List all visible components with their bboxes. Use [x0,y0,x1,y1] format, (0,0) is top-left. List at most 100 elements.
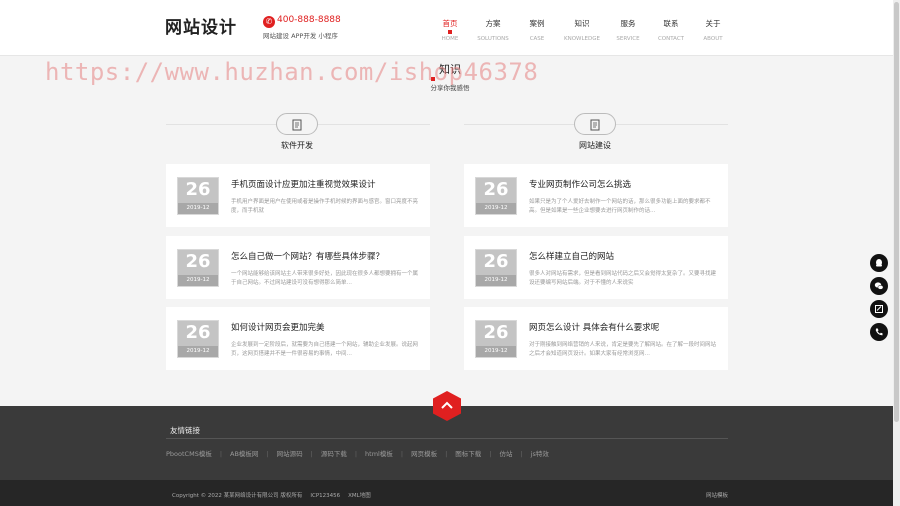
article-summary: 手机用户界面是用户在使用或者是操作手机时候的界面与感官。窗口亮度不亮度，而手机就 [231,199,419,214]
article-card[interactable]: 26 2019-12 专业网页制作公司怎么挑选 如果只是为了个人爱好去制作一个网… [464,164,728,227]
nav-label: 联系 [663,19,679,28]
friend-links-title: 友情链接 [170,426,200,435]
nav-sublabel: CASE [529,36,545,42]
document-icon [276,113,318,135]
document-icon [574,113,616,135]
date-badge: 26 2019-12 [475,177,517,215]
phone-icon[interactable] [870,323,888,341]
divider [166,438,728,439]
sitemap-link[interactable]: XML地图 [348,493,371,499]
friend-links: PbootCMS模板 | AB模板网 | 网站源码 | 源码下载 | html模板 | 网页模板 | 图… [166,448,549,458]
date-day: 26 [483,179,509,200]
nav-knowledge[interactable]: 知识 KNOWLEDGE [562,18,602,42]
nav-sublabel: SOLUTIONS [477,36,509,42]
nav-label: 方案 [485,19,501,28]
divider [464,124,574,125]
article-title[interactable]: 网页怎么设计 具体会有什么要求呢 [529,321,719,333]
date-badge: 26 2019-12 [177,249,219,287]
link-separator: | [400,450,404,458]
article-card[interactable]: 26 2019-12 怎么自己做一个网站？有哪些具体步骤？ 一个网站能够给该网站… [166,236,430,299]
column-title-software: 软件开发 [281,141,313,150]
article-summary: 很多人对网站有需求，但是看到网站代码之后又会觉得太复杂了。又要寻找建设还要编写网… [529,271,717,286]
article-card[interactable]: 26 2019-12 网页怎么设计 具体会有什么要求呢 对于刚接触到网络营销的人… [464,307,728,370]
site-template-link[interactable]: 网站模板 [706,491,728,499]
phone-number: 400-888-8888 [277,15,341,25]
nav-sublabel: SERVICE [616,36,640,42]
friend-link[interactable]: js特效 [531,448,549,458]
copyright-bar: Copyright © 2022 某某网络设计有限公司 版权所有 ICP12345… [0,480,900,506]
friend-link[interactable]: AB模板网 [230,448,258,458]
site-logo[interactable]: 网站设计 [165,13,237,38]
article-card[interactable]: 26 2019-12 手机页面设计应更加注重视觉效果设计 手机用户界面是用户在使… [166,164,430,227]
date-day: 26 [483,251,509,272]
divider [616,124,728,125]
nav-case[interactable]: 案例 CASE [517,18,557,42]
phone-icon: ✆ [263,16,275,28]
link-separator: | [520,450,523,458]
scrollbar-thumb[interactable] [894,2,899,422]
friend-link[interactable]: 源码下载 [321,448,347,458]
watermark-text: https://www.huzhan.com/ishop46378 [45,58,539,86]
article-title[interactable]: 手机页面设计应更加注重视觉效果设计 [231,178,421,190]
date-day: 26 [483,322,509,343]
back-to-top-button[interactable] [433,391,461,421]
page-scrollbar[interactable] [893,0,900,506]
nav-sublabel: ABOUT [703,36,723,42]
date-day: 26 [185,251,211,272]
date-month: 2019-12 [476,203,516,214]
article-summary: 对于刚接触到网络营销的人来说，肯定是要先了解网站。在了解一段时间网站之后才会知道… [529,342,717,357]
site-header: 网站设计 ✆ 400-888-8888 网站建设 APP开发 小程序 首页 HO… [0,0,900,56]
slogan: 网站建设 APP开发 小程序 [263,32,338,40]
friend-link[interactable]: html模板 [365,448,393,458]
nav-home[interactable]: 首页 HOME [430,18,470,42]
article-summary: 企业发展到一定阶段后，就需要为自己搭建一个网站，辅助企业发展。说起网页，这网页搭… [231,342,419,357]
nav-sublabel: HOME [441,36,459,42]
friend-link[interactable]: 图标下载 [455,448,481,458]
date-day: 26 [185,322,211,343]
nav-solutions[interactable]: 方案 SOLUTIONS [473,18,513,42]
article-card[interactable]: 26 2019-12 怎么样建立自己的网站 很多人对网站有需求，但是看到网站代码… [464,236,728,299]
friend-link[interactable]: 网页模板 [411,448,437,458]
nav-label: 知识 [574,19,590,28]
nav-contact[interactable]: 联系 CONTACT [651,18,691,42]
copyright: Copyright © 2022 某某网络设计有限公司 版权所有 [172,493,303,499]
link-separator: | [219,450,223,458]
date-badge: 26 2019-12 [475,249,517,287]
column-title-website: 网站建设 [579,141,611,150]
date-badge: 26 2019-12 [177,177,219,215]
date-month: 2019-12 [178,275,218,286]
date-badge: 26 2019-12 [475,320,517,358]
nav-label: 关于 [705,19,721,28]
link-separator: | [310,450,313,458]
nav-sublabel: KNOWLEDGE [564,36,600,42]
message-icon[interactable] [870,300,888,318]
nav-service[interactable]: 服务 SERVICE [608,18,648,42]
date-day: 26 [185,179,211,200]
nav-about[interactable]: 关于 ABOUT [693,18,733,42]
divider [318,124,430,125]
wechat-icon[interactable] [870,277,888,295]
nav-label: 首页 [442,19,458,28]
friend-link[interactable]: 仿站 [499,448,512,458]
link-separator: | [489,450,492,458]
link-separator: | [354,450,358,458]
article-title[interactable]: 怎么样建立自己的网站 [529,250,719,262]
qq-icon[interactable] [870,254,888,272]
date-month: 2019-12 [476,346,516,357]
date-month: 2019-12 [178,203,218,214]
friend-link[interactable]: 网站源码 [277,448,303,458]
article-title[interactable]: 专业网页制作公司怎么挑选 [529,178,719,190]
article-title[interactable]: 如何设计网页会更加完美 [231,321,421,333]
nav-label: 案例 [529,19,545,28]
copyright-text: Copyright © 2022 某某网络设计有限公司 版权所有 ICP12345… [172,491,379,499]
article-summary: 一个网站能够给该网站主人带来很多好处，因此现在很多人都想要拥有一个属于自己网站。… [231,271,419,286]
icp-link[interactable]: ICP123456 [310,493,340,499]
article-title[interactable]: 怎么自己做一个网站？有哪些具体步骤？ [231,250,421,262]
nav-label: 服务 [620,19,636,28]
article-card[interactable]: 26 2019-12 如何设计网页会更加完美 企业发展到一定阶段后，就需要为自己… [166,307,430,370]
date-month: 2019-12 [178,346,218,357]
divider [166,124,276,125]
date-month: 2019-12 [476,275,516,286]
friend-link[interactable]: PbootCMS模板 [166,448,212,458]
link-separator: | [445,450,448,458]
